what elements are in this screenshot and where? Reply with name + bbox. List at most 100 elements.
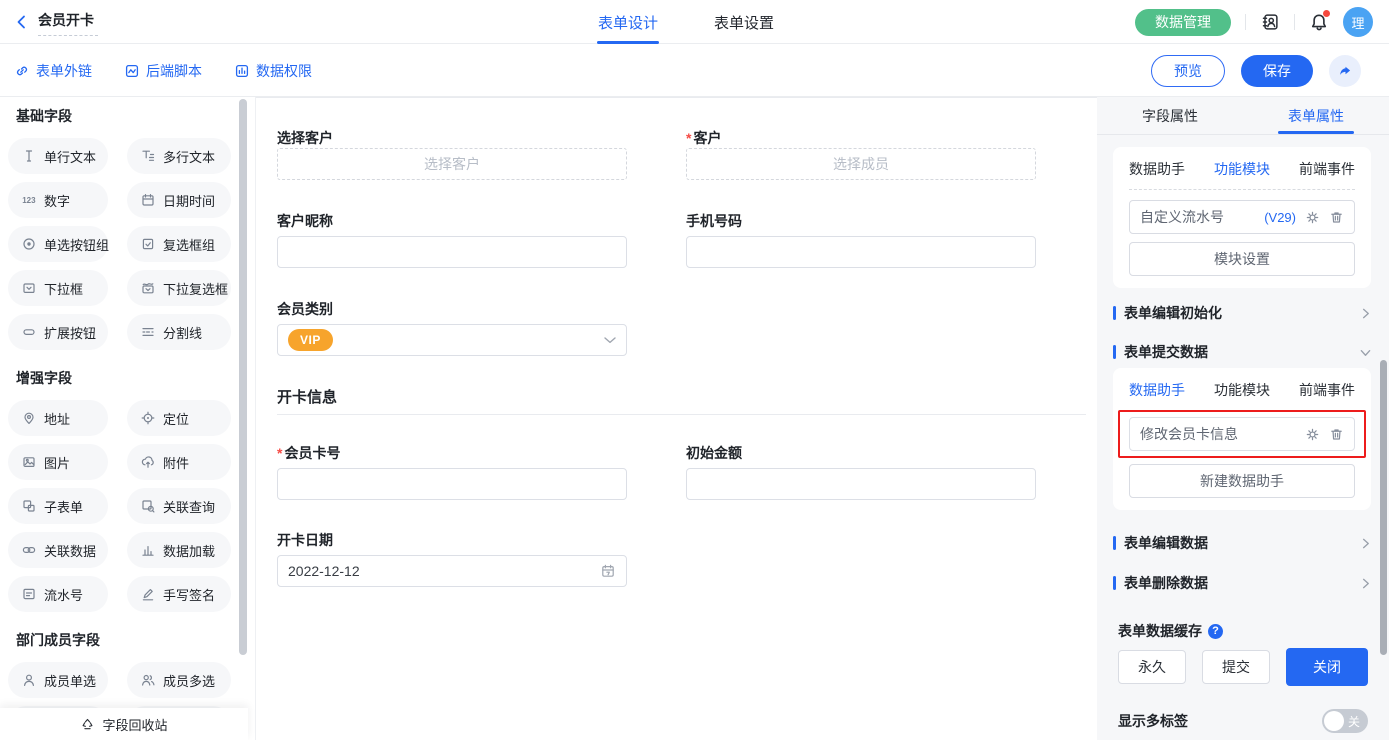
sidebar-item-data-load[interactable]: 数据加载 <box>127 532 231 568</box>
share-arrow-icon <box>1337 63 1353 79</box>
form-external-link-button[interactable]: 表单外链 <box>14 61 92 81</box>
section-form-edit-data[interactable]: 表单编辑数据 <box>1113 533 1371 553</box>
vip-tag: VIP <box>288 329 333 351</box>
field-label: *会员卡号 <box>277 443 627 463</box>
sidebar-item-image[interactable]: 图片 <box>8 444 108 480</box>
sidebar-item-serial-number[interactable]: 流水号 <box>8 576 108 612</box>
attachment-icon <box>140 454 156 470</box>
tab-form-design[interactable]: 表单设计 <box>584 0 672 44</box>
sidebar-item-linked-data[interactable]: 关联数据 <box>8 532 108 568</box>
sidebar-item-datetime[interactable]: 日期时间 <box>127 182 231 218</box>
sidebar-item-single-line-text[interactable]: 单行文本 <box>8 138 108 174</box>
back-icon[interactable] <box>14 14 30 30</box>
subtab-data-helper[interactable]: 数据助手 <box>1129 380 1185 400</box>
select-member-button[interactable]: 选择成员 <box>686 148 1036 180</box>
cache-option-permanent[interactable]: 永久 <box>1118 650 1186 684</box>
window-scrollbar[interactable] <box>1380 360 1387 655</box>
member-single-icon <box>21 672 37 688</box>
chevron-right-icon <box>1360 538 1371 549</box>
field-recycle-bin-button[interactable]: 字段回收站 <box>0 708 248 740</box>
cache-option-submit[interactable]: 提交 <box>1202 650 1270 684</box>
field-label: 开卡日期 <box>277 530 627 550</box>
calendar-icon <box>600 563 616 579</box>
field-pill-grid: 单行文本多行文本 123数字日期时间单选按钮组复选框组下拉框下拉复选框扩展按钮分割… <box>8 138 255 350</box>
sidebar-item-select[interactable]: 下拉框 <box>8 270 108 306</box>
sidebar-item-attachment[interactable]: 附件 <box>127 444 231 480</box>
sidebar-item-number[interactable]: 123数字 <box>8 182 108 218</box>
address-book-icon[interactable] <box>1260 12 1280 32</box>
data-permission-button[interactable]: 数据权限 <box>234 61 312 81</box>
header-tabs: 表单设计 表单设置 <box>584 0 788 44</box>
sidebar-item-address[interactable]: 地址 <box>8 400 108 436</box>
trash-icon[interactable] <box>1329 427 1344 442</box>
sidebar-item-radio-group[interactable]: 单选按钮组 <box>8 226 108 262</box>
select-customer-button[interactable]: 选择客户 <box>277 148 627 180</box>
subtab-function-module[interactable]: 功能模块 <box>1214 159 1270 179</box>
sidebar-item-multi-line-text[interactable]: 多行文本 <box>127 138 231 174</box>
save-button[interactable]: 保存 <box>1241 55 1313 87</box>
cache-option-close[interactable]: 关闭 <box>1286 648 1368 686</box>
divider <box>1294 14 1295 30</box>
sidebar-item-member-multi[interactable]: 成员多选 <box>127 662 231 698</box>
member-multi-icon <box>140 672 156 688</box>
initial-amount-input[interactable] <box>686 468 1036 500</box>
sidebar-item-signature[interactable]: 手写签名 <box>127 576 231 612</box>
section-form-submit-data[interactable]: 表单提交数据 <box>1113 342 1371 362</box>
field-library-sidebar: 基础字段单行文本多行文本123数字日期时间单选按钮组复选框组下拉框下拉复选框扩展… <box>0 97 256 740</box>
form-canvas: 选择客户 *客户 选择客户 选择成员 客户昵称 手机号码 会员类别 VIP 开卡… <box>256 97 1097 740</box>
phone-number-input[interactable] <box>686 236 1036 268</box>
sidebar-item-linked-query[interactable]: 关联查询 <box>127 488 231 524</box>
share-button[interactable] <box>1329 55 1361 87</box>
text-multi-icon <box>140 148 156 164</box>
sidebar-scrollbar[interactable] <box>239 99 247 655</box>
datetime-icon <box>140 192 156 208</box>
app-header: 会员开卡 表单设计 表单设置 数据管理 理 <box>0 0 1389 44</box>
module-item-serial-number[interactable]: 自定义流水号 (V29) <box>1129 200 1355 234</box>
avatar[interactable]: 理 <box>1343 7 1373 37</box>
gear-icon[interactable] <box>1305 210 1320 225</box>
notification-bell-icon[interactable] <box>1309 12 1329 32</box>
subtab-data-helper[interactable]: 数据助手 <box>1129 159 1185 179</box>
help-icon[interactable]: ? <box>1208 624 1223 639</box>
tab-form-properties[interactable]: 表单属性 <box>1243 97 1389 134</box>
cache-options: 永久 提交 关闭 <box>1118 648 1368 686</box>
module-settings-button[interactable]: 模块设置 <box>1129 242 1355 276</box>
version-badge: (V29) <box>1264 210 1296 225</box>
data-helper-item-modify-card[interactable]: 修改会员卡信息 <box>1129 417 1355 451</box>
tab-form-settings[interactable]: 表单设置 <box>700 0 788 44</box>
sidebar-item-subform[interactable]: 子表单 <box>8 488 108 524</box>
sidebar-item-multi-select[interactable]: 下拉复选框 <box>127 270 231 306</box>
data-manage-button[interactable]: 数据管理 <box>1135 9 1231 36</box>
chevron-right-icon <box>1360 308 1371 319</box>
subtab-frontend-event[interactable]: 前端事件 <box>1299 159 1355 179</box>
backend-script-button[interactable]: 后端脚本 <box>124 61 202 81</box>
gear-icon[interactable] <box>1305 427 1320 442</box>
section-form-edit-init[interactable]: 表单编辑初始化 <box>1113 303 1371 323</box>
text-single-icon <box>21 148 37 164</box>
sidebar-item-location[interactable]: 定位 <box>127 400 231 436</box>
customer-nickname-input[interactable] <box>277 236 627 268</box>
subtab-frontend-event[interactable]: 前端事件 <box>1299 380 1355 400</box>
member-type-select[interactable]: VIP <box>277 324 627 356</box>
data-load-icon <box>140 542 156 558</box>
multi-tab-toggle[interactable]: 关 <box>1322 709 1368 733</box>
field-label: 手机号码 <box>686 211 1036 231</box>
card-open-date-input[interactable]: 2022-12-12 <box>277 555 627 587</box>
section-form-delete-data[interactable]: 表单删除数据 <box>1113 573 1371 593</box>
page-title[interactable]: 会员开卡 <box>38 8 98 36</box>
preview-button[interactable]: 预览 <box>1151 55 1225 87</box>
subtab-function-module[interactable]: 功能模块 <box>1214 380 1270 400</box>
field-label: 客户昵称 <box>277 211 627 231</box>
extend-icon <box>21 324 37 340</box>
sidebar-item-checkbox-group[interactable]: 复选框组 <box>127 226 231 262</box>
member-card-number-input[interactable] <box>277 468 627 500</box>
tab-field-properties[interactable]: 字段属性 <box>1097 97 1243 134</box>
sidebar-item-member-single[interactable]: 成员单选 <box>8 662 108 698</box>
field-label: 会员类别 <box>277 299 627 319</box>
new-data-helper-button[interactable]: 新建数据助手 <box>1129 464 1355 498</box>
function-module-card: 数据助手 功能模块 前端事件 自定义流水号 (V29) 模块设置 <box>1113 147 1371 288</box>
dashed-divider <box>1129 189 1355 190</box>
trash-icon[interactable] <box>1329 210 1344 225</box>
sidebar-item-divider-line[interactable]: 分割线 <box>127 314 231 350</box>
sidebar-item-extend-button[interactable]: 扩展按钮 <box>8 314 108 350</box>
